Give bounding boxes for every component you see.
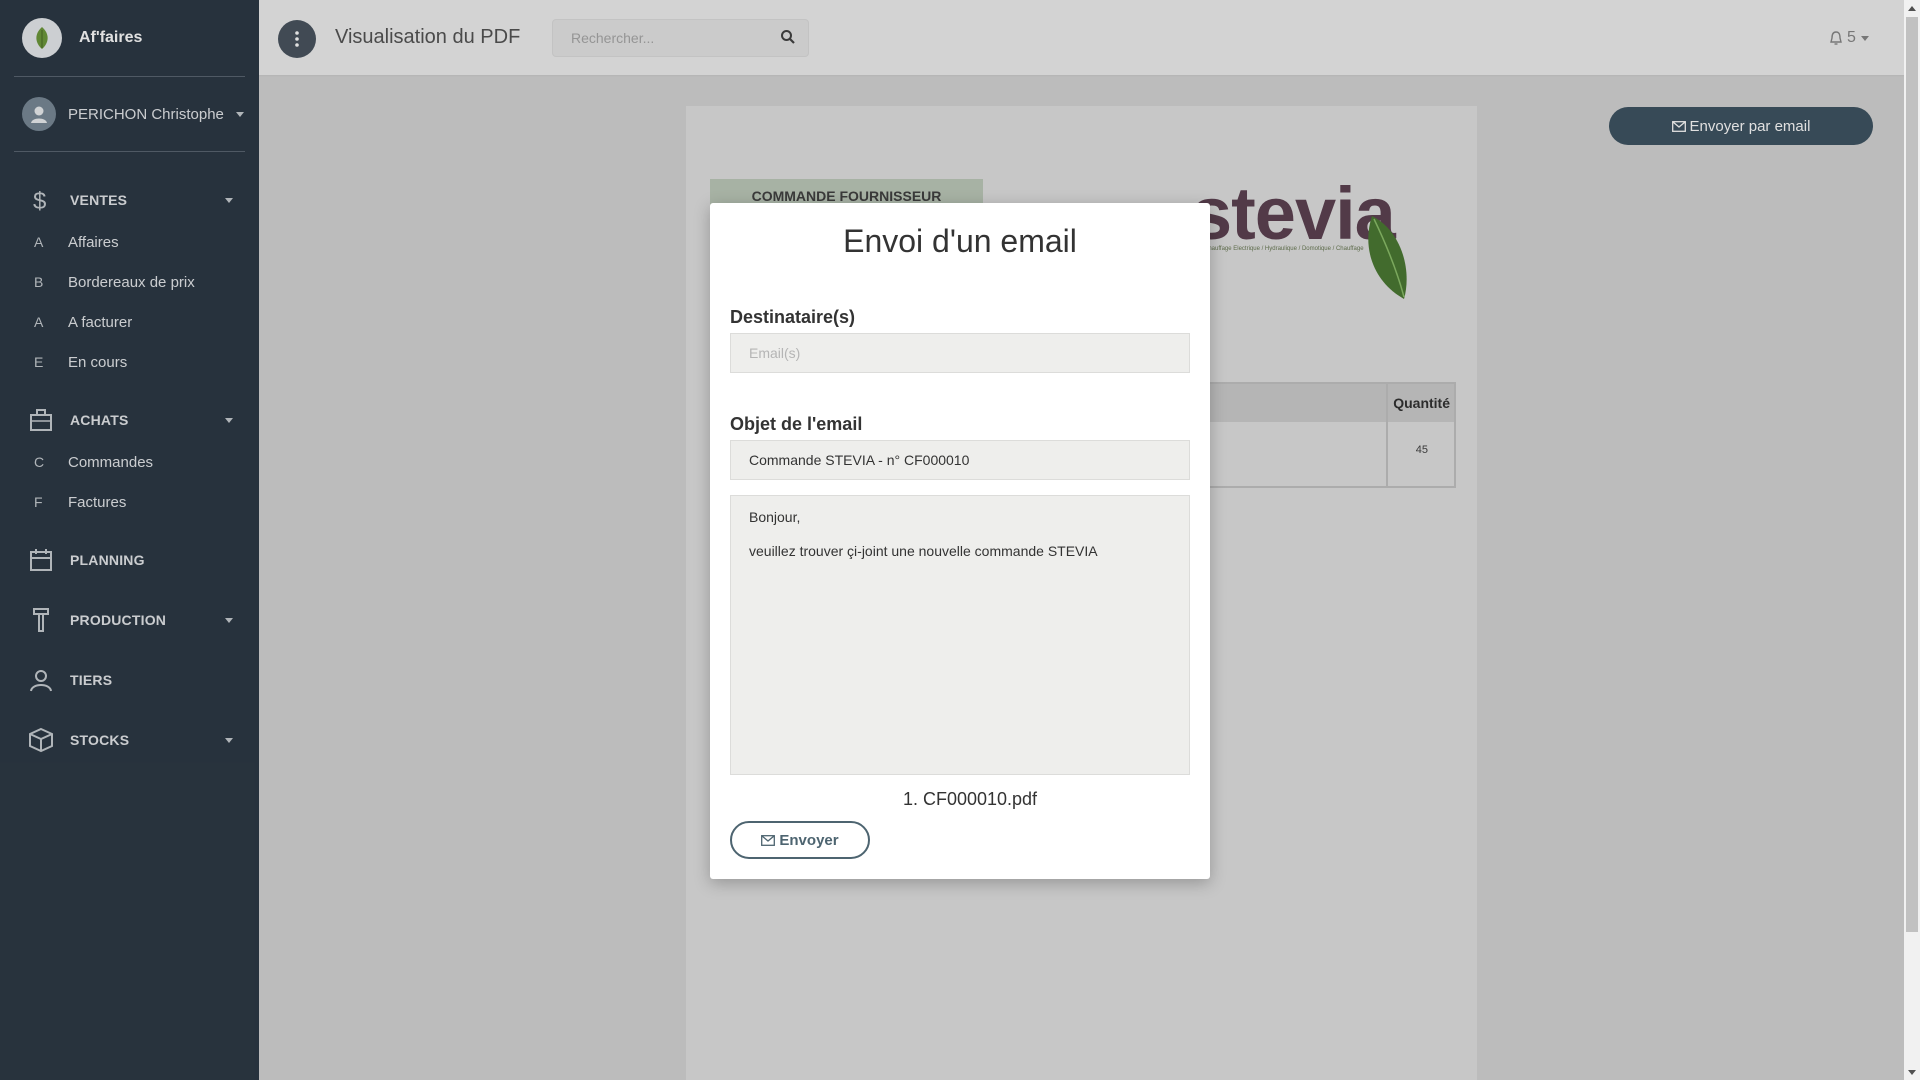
scroll-up-arrow-icon[interactable] [1904, 0, 1920, 16]
recipients-input[interactable] [730, 333, 1190, 373]
send-button-label: Envoyer [779, 831, 839, 849]
page-scrollbar[interactable] [1904, 0, 1920, 1080]
email-body-line: Bonjour, [749, 509, 801, 525]
email-body-line: veuillez trouver çi-joint une nouvelle c… [749, 543, 1098, 559]
email-body-textarea[interactable]: Bonjour, veuillez trouver çi-joint une n… [730, 495, 1190, 775]
modal-title: Envoi d'un email [843, 223, 1077, 259]
subject-input[interactable] [730, 440, 1190, 480]
scroll-down-arrow-icon[interactable] [1904, 1064, 1920, 1080]
envelope-icon [761, 834, 776, 846]
subject-label: Objet de l'email [730, 414, 863, 434]
recipients-label: Destinataire(s) [730, 307, 856, 327]
attachment-link[interactable]: 1. CF000010.pdf [710, 789, 1230, 810]
scrollbar-thumb[interactable] [1906, 17, 1918, 932]
send-button[interactable]: Envoyer [730, 821, 870, 859]
email-modal: Envoi d'un email Destinataire(s) Objet d… [710, 203, 1210, 879]
